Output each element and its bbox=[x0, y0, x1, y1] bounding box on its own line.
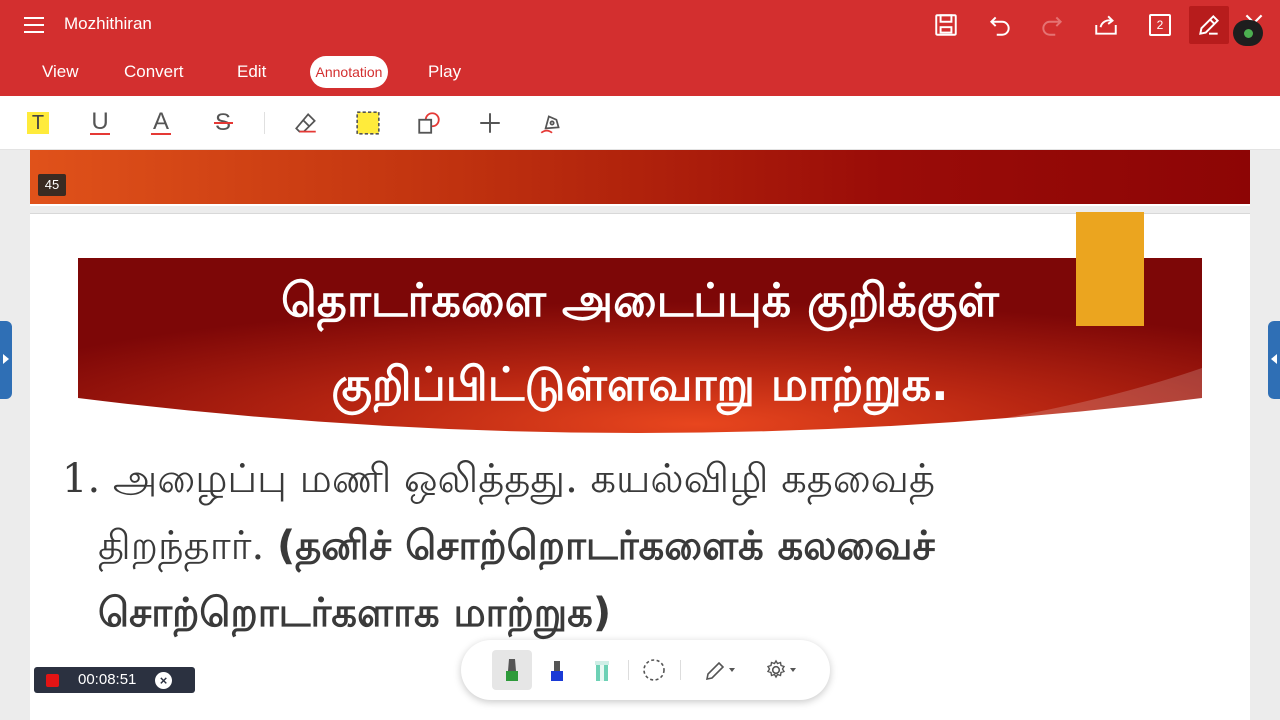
menu-icon[interactable] bbox=[20, 12, 48, 38]
status-indicator-icon bbox=[1233, 20, 1263, 46]
highlight-text-tool[interactable]: T bbox=[22, 108, 54, 138]
banner-title-line2: குறிப்பிட்டுள்ளவாறு மாற்றுக. bbox=[331, 357, 949, 411]
question-sentence-end: திறந்தார். bbox=[98, 523, 277, 569]
eraser-icon[interactable] bbox=[290, 108, 322, 138]
underline-icon: U bbox=[90, 108, 110, 135]
tab-edit[interactable]: Edit bbox=[237, 56, 266, 88]
question-number: 1. bbox=[62, 456, 101, 502]
undo-icon[interactable] bbox=[980, 6, 1020, 44]
instruction-part1: (தனிச் சொற்றொடர்களைக் கலவைச் bbox=[276, 523, 935, 569]
left-panel-toggle[interactable] bbox=[0, 321, 12, 399]
tab-convert[interactable]: Convert bbox=[124, 56, 184, 88]
edit-pen-icon[interactable] bbox=[1189, 6, 1229, 44]
settings-dropdown-icon[interactable] bbox=[757, 650, 805, 690]
strikethrough-tool[interactable]: S bbox=[207, 108, 239, 138]
right-panel-toggle[interactable] bbox=[1268, 321, 1280, 399]
annotation-toolbar: T U A S bbox=[0, 96, 1280, 150]
banner-title: தொடர்களை அடைப்புக் குறிக்குள் குறிப்பிட்… bbox=[78, 258, 1202, 426]
redo-icon[interactable] bbox=[1032, 6, 1072, 44]
share-icon[interactable] bbox=[1086, 6, 1126, 44]
recorder-close-icon[interactable]: × bbox=[155, 672, 172, 689]
page-number-badge: 45 bbox=[38, 174, 66, 196]
recording-time: 00:08:51 bbox=[78, 671, 137, 688]
green-marker-icon[interactable] bbox=[492, 650, 532, 690]
highlighter-icon[interactable] bbox=[584, 650, 620, 690]
lasso-icon[interactable] bbox=[637, 650, 671, 690]
tab-bar: View Convert Edit Annotation Play bbox=[0, 56, 1280, 88]
question-line1: 1. அழைப்பு மணி ஒலித்தது. கயல்விழி கதவைத் bbox=[62, 446, 1222, 513]
highlight-text-icon: T bbox=[31, 112, 45, 134]
shape-icon[interactable] bbox=[413, 108, 445, 138]
instruction-part2: சொற்றொடர்களாக மாற்றுக) bbox=[98, 590, 612, 636]
question-sentence: அழைப்பு மணி ஒலித்தது. கயல்விழி கதவைத் bbox=[112, 456, 936, 502]
pen-toolbar bbox=[461, 640, 830, 700]
save-icon[interactable] bbox=[926, 6, 966, 44]
blue-marker-icon[interactable] bbox=[539, 650, 575, 690]
tab-view[interactable]: View bbox=[42, 56, 79, 88]
underline-tool[interactable]: U bbox=[84, 108, 116, 138]
area-highlight-icon[interactable] bbox=[352, 108, 384, 138]
page-count-icon[interactable]: 2 bbox=[1140, 6, 1180, 44]
top-bar: Mozhithiran 2 View Convert Edit Annotati… bbox=[0, 0, 1280, 96]
question-text: 1. அழைப்பு மணி ஒலித்தது. கயல்விழி கதவைத்… bbox=[62, 446, 1222, 647]
pen-dropdown-icon[interactable] bbox=[696, 650, 744, 690]
page-count: 2 bbox=[1149, 14, 1171, 36]
toolbar-divider bbox=[264, 112, 265, 134]
tab-play[interactable]: Play bbox=[428, 56, 461, 88]
banner-title-line1: தொடர்களை அடைப்புக் குறிக்குள் bbox=[281, 273, 999, 327]
add-icon[interactable] bbox=[474, 108, 506, 138]
previous-page-bottom bbox=[30, 150, 1250, 206]
text-color-icon: A bbox=[150, 108, 171, 135]
tab-annotation[interactable]: Annotation bbox=[310, 56, 388, 88]
app-title: Mozhithiran bbox=[64, 14, 152, 33]
text-color-tool[interactable]: A bbox=[145, 108, 177, 138]
question-line2: திறந்தார். (தனிச் சொற்றொடர்களைக் கலவைச் bbox=[62, 513, 1222, 580]
signature-pen-icon[interactable] bbox=[535, 108, 567, 138]
screen-recorder: 00:08:51 × bbox=[34, 667, 195, 693]
record-stop-icon[interactable] bbox=[46, 674, 59, 687]
